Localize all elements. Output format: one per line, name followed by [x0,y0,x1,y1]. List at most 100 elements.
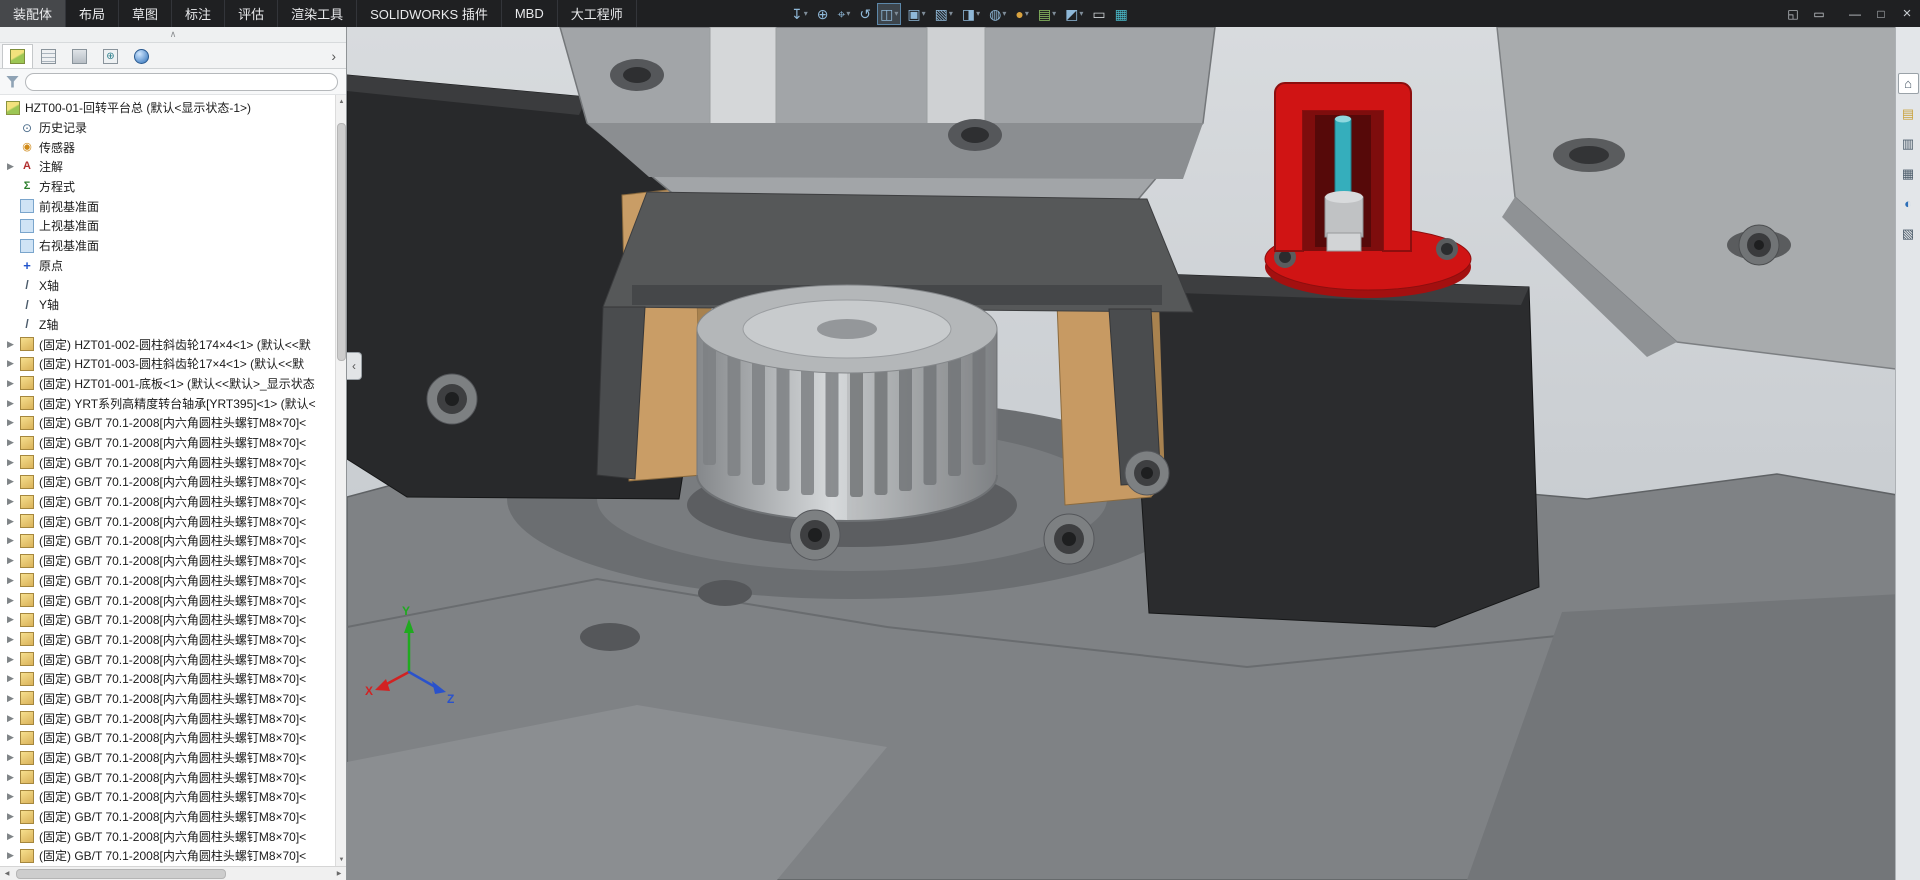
feature-tree[interactable]: HZT00-01-回转平台总 (默认<显示状态-1>) ▶ 历史记录 ▶ 传感器… [0,95,346,866]
apply-scene-icon[interactable]: ▤ ▾ [1035,3,1059,25]
tree-item[interactable]: ▶ 注解 [0,157,335,177]
expand-arrow-icon[interactable]: ▶ [7,535,14,546]
tree-item[interactable]: ▶ (固定) GB/T 70.1-2008[内六角圆柱头螺钉M8×70]< [0,846,335,866]
vertical-scroll-thumb[interactable] [337,123,346,361]
tree-item[interactable]: ▶ (固定) GB/T 70.1-2008[内六角圆柱头螺钉M8×70]< [0,728,335,748]
display-style-icon[interactable]: ◨ ▾ [959,3,983,25]
expand-arrow-icon[interactable]: ▶ [7,555,14,566]
tree-item[interactable]: ▶ 前视基准面 [0,196,335,216]
view-palette-icon[interactable]: ▦ [1898,163,1919,184]
tree-filter-input[interactable] [25,73,338,91]
expand-arrow-icon[interactable]: ▶ [7,673,14,684]
home-icon[interactable]: ⌂ [1898,73,1919,94]
tree-item[interactable]: ▶ 上视基准面 [0,216,335,236]
appearances-icon[interactable]: ◐ [1898,193,1919,214]
menu-tab[interactable]: MBD [502,0,558,27]
menu-tab[interactable]: SOLIDWORKS 插件 [357,0,502,27]
expand-arrow-icon[interactable]: ▶ [7,398,14,409]
tree-item[interactable]: ▶ 方程式 [0,177,335,197]
expand-arrow-icon[interactable]: ▶ [7,516,14,527]
scroll-left-icon[interactable]: ◀ [0,867,14,880]
tree-item[interactable]: ▶ (固定) GB/T 70.1-2008[内六角圆柱头螺钉M8×70]< [0,590,335,610]
scroll-down-icon[interactable]: ▼ [336,853,346,866]
tree-horizontal-scrollbar[interactable]: ◀ ▶ [0,866,346,880]
tree-item[interactable]: ▶ (固定) GB/T 70.1-2008[内六角圆柱头螺钉M8×70]< [0,767,335,787]
tree-item[interactable]: ▶ (固定) GB/T 70.1-2008[内六角圆柱头螺钉M8×70]< [0,669,335,689]
expand-arrow-icon[interactable]: ▶ [7,850,14,861]
model-canvas[interactable]: Y X Z [347,27,1920,880]
tree-item[interactable]: ▶ (固定) HZT01-003-圆柱斜齿轮17×4<1> (默认<<默 [0,354,335,374]
tree-item[interactable]: ▶ (固定) GB/T 70.1-2008[内六角圆柱头螺钉M8×70]< [0,531,335,551]
expand-arrow-icon[interactable]: ▶ [7,752,14,763]
menu-tab[interactable]: 大工程师 [558,0,637,27]
propertymanager-tab[interactable] [33,44,64,68]
design-library-icon[interactable]: ▤ [1898,103,1919,124]
tree-item[interactable]: ▶ (固定) GB/T 70.1-2008[内六角圆柱头螺钉M8×70]< [0,630,335,650]
expand-arrow-icon[interactable]: ▶ [7,496,14,507]
tree-item[interactable]: ▶ (固定) GB/T 70.1-2008[内六角圆柱头螺钉M8×70]< [0,689,335,709]
expand-arrow-icon[interactable]: ▶ [7,437,14,448]
expand-arrow-icon[interactable]: ▶ [7,358,14,369]
menu-tab[interactable]: 渲染工具 [278,0,357,27]
expand-arrow-icon[interactable]: ▶ [7,339,14,350]
expand-arrow-icon[interactable]: ▶ [7,772,14,783]
tree-item[interactable]: ▶ (固定) GB/T 70.1-2008[内六角圆柱头螺钉M8×70]< [0,787,335,807]
expand-arrow-icon[interactable]: ▶ [7,693,14,704]
model-top-housing[interactable] [560,27,1215,203]
tree-item[interactable]: ▶ (固定) GB/T 70.1-2008[内六角圆柱头螺钉M8×70]< [0,708,335,728]
zoom-to-area-icon[interactable]: ⌖ ▾ [834,3,853,25]
expand-arrow-icon[interactable]: ▶ [7,476,14,487]
scroll-right-icon[interactable]: ▶ [332,867,346,880]
annotation-views-icon[interactable]: ▣ ▾ [904,3,928,25]
expand-arrow-icon[interactable]: ▶ [7,811,14,822]
menu-tab[interactable]: 评估 [225,0,278,27]
filter-funnel-icon[interactable] [6,76,19,88]
tree-item[interactable]: ▶ (固定) GB/T 70.1-2008[内六角圆柱头螺钉M8×70]< [0,649,335,669]
expand-arrow-icon[interactable]: ▶ [7,595,14,606]
expand-arrow-icon[interactable]: ▶ [7,614,14,625]
expand-arrow-icon[interactable]: ▶ [7,161,14,172]
tree-item[interactable]: ▶ 右视基准面 [0,236,335,256]
expand-arrow-icon[interactable]: ▶ [7,791,14,802]
expand-arrow-icon[interactable]: ▶ [7,457,14,468]
panel-flyout-button[interactable]: ‹ [347,352,362,380]
tree-item[interactable]: ▶ (固定) GB/T 70.1-2008[内六角圆柱头螺钉M8×70]< [0,511,335,531]
menu-tab[interactable]: 装配体 [0,0,66,27]
tree-item[interactable]: ▶ (固定) GB/T 70.1-2008[内六角圆柱头螺钉M8×70]< [0,452,335,472]
expand-arrow-icon[interactable]: ▶ [7,378,14,389]
tree-item[interactable]: ▶ (固定) GB/T 70.1-2008[内六角圆柱头螺钉M8×70]< [0,748,335,768]
tree-item[interactable]: ▶ 历史记录 [0,118,335,138]
tree-item[interactable]: ▶ 原点 [0,256,335,276]
expand-arrow-icon[interactable]: ▶ [7,634,14,645]
graphics-viewport[interactable]: Y X Z [347,27,1920,880]
configurationmanager-tab[interactable] [64,44,95,68]
tree-item[interactable]: ▶ (固定) HZT01-002-圆柱斜齿轮174×4<1> (默认<<默 [0,334,335,354]
model-right-dark-housing[interactable] [1121,273,1539,627]
dimxpertmanager-tab[interactable] [95,44,126,68]
tree-item[interactable]: ▶ Z轴 [0,315,335,335]
collapse-panes-button[interactable]: ◱ [1780,0,1806,27]
expand-arrow-icon[interactable]: ▶ [7,575,14,586]
expand-arrow-icon[interactable]: ▶ [7,713,14,724]
tree-item[interactable]: ▶ (固定) HZT01-001-底板<1> (默认<<默认>_显示状态 [0,374,335,394]
tree-item[interactable]: ▶ (固定) GB/T 70.1-2008[内六角圆柱头螺钉M8×70]< [0,610,335,630]
tree-item[interactable]: ▶ 传感器 [0,137,335,157]
view-orientation-icon[interactable]: ↧ ▾ [788,3,811,25]
edit-appearance-icon[interactable]: ● ▾ [1012,3,1031,25]
show-cube-icon[interactable]: ▦ ▾ [1112,3,1131,25]
full-screen-icon[interactable]: ▭ ▾ [1089,3,1108,25]
menu-tab[interactable]: 草图 [119,0,172,27]
restore-panes-button[interactable]: ▭ [1806,0,1832,27]
zoom-to-fit-icon[interactable]: ⊕ ▾ [814,3,832,25]
view-orientation-cube-icon[interactable]: ▧ ▾ [932,3,956,25]
scroll-up-icon[interactable]: ▲ [336,95,346,108]
tree-vertical-scrollbar[interactable]: ▲ ▼ [335,95,346,866]
displaymanager-tab[interactable] [126,44,157,68]
custom-properties-icon[interactable]: ▧ [1898,223,1919,244]
tree-root-item[interactable]: HZT00-01-回转平台总 (默认<显示状态-1>) [0,98,335,118]
expand-arrow-icon[interactable]: ▶ [7,417,14,428]
tree-item[interactable]: ▶ (固定) GB/T 70.1-2008[内六角圆柱头螺钉M8×70]< [0,826,335,846]
tree-item[interactable]: ▶ (固定) GB/T 70.1-2008[内六角圆柱头螺钉M8×70]< [0,413,335,433]
tree-item[interactable]: ▶ (固定) GB/T 70.1-2008[内六角圆柱头螺钉M8×70]< [0,807,335,827]
section-view-icon[interactable]: ◫ ▾ [877,3,901,25]
